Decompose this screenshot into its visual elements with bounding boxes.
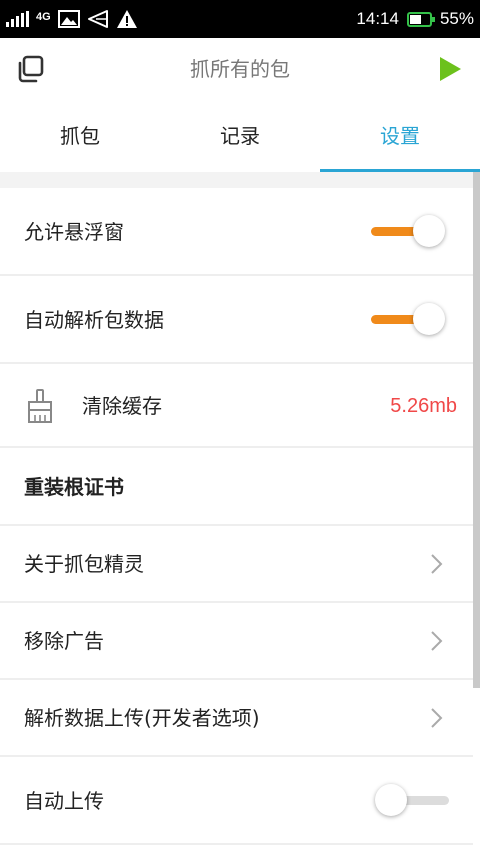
tab-bar: 抓包 记录 设置 bbox=[0, 100, 480, 172]
setting-auto-parse[interactable]: 自动解析包数据 bbox=[0, 276, 473, 364]
setting-auto-upload[interactable]: 自动上传 bbox=[0, 757, 473, 845]
tab-capture[interactable]: 抓包 bbox=[0, 100, 160, 172]
setting-clear-cache[interactable]: 清除缓存 5.26mb bbox=[0, 364, 473, 448]
network-4g-icon: 4G bbox=[36, 10, 51, 23]
send-icon bbox=[87, 10, 108, 28]
setting-label: 解析数据上传(开发者选项) bbox=[24, 706, 260, 730]
setting-label: 允许悬浮窗 bbox=[24, 220, 124, 244]
setting-label: 关于抓包精灵 bbox=[24, 552, 144, 576]
chevron-right-icon bbox=[431, 708, 443, 728]
app-header: 抓所有的包 bbox=[0, 38, 480, 100]
start-capture-button[interactable] bbox=[438, 56, 462, 82]
chevron-right-icon bbox=[431, 554, 443, 574]
image-icon bbox=[57, 10, 80, 28]
chevron-right-icon bbox=[431, 631, 443, 651]
auto-parse-toggle[interactable] bbox=[371, 302, 445, 338]
setting-float-window[interactable]: 允许悬浮窗 bbox=[0, 188, 473, 276]
setting-label: 自动上传 bbox=[24, 789, 104, 813]
setting-about[interactable]: 关于抓包精灵 bbox=[0, 526, 473, 603]
signal-icon bbox=[6, 11, 29, 27]
setting-upload-parsed[interactable]: 解析数据上传(开发者选项) bbox=[0, 680, 473, 757]
setting-label: 自动解析包数据 bbox=[24, 308, 164, 332]
page-title: 抓所有的包 bbox=[190, 57, 290, 81]
clock: 14:14 bbox=[356, 9, 399, 28]
battery-percent: 55% bbox=[439, 9, 474, 28]
cache-size-value: 5.26mb bbox=[390, 395, 457, 417]
battery-icon bbox=[406, 11, 435, 27]
settings-list: 允许悬浮窗 自动解析包数据 清除缓存 5.26mb 重装根证书 关于抓包精灵 移… bbox=[0, 188, 473, 845]
brush-icon bbox=[28, 389, 52, 423]
section-divider bbox=[0, 172, 480, 188]
setting-label: 移除广告 bbox=[24, 629, 104, 653]
tab-records[interactable]: 记录 bbox=[160, 100, 320, 172]
tab-settings[interactable]: 设置 bbox=[320, 100, 480, 172]
setting-label: 重装根证书 bbox=[24, 475, 124, 499]
setting-reinstall-cert[interactable]: 重装根证书 bbox=[0, 448, 473, 526]
float-window-toggle[interactable] bbox=[371, 214, 445, 250]
scrollbar[interactable] bbox=[473, 172, 480, 688]
status-bar: 4G 14:14 55% bbox=[0, 0, 480, 38]
warning-icon bbox=[116, 10, 137, 28]
auto-upload-toggle[interactable] bbox=[375, 783, 449, 819]
setting-remove-ads[interactable]: 移除广告 bbox=[0, 603, 473, 680]
setting-label: 清除缓存 bbox=[82, 394, 162, 418]
play-icon bbox=[440, 57, 461, 81]
